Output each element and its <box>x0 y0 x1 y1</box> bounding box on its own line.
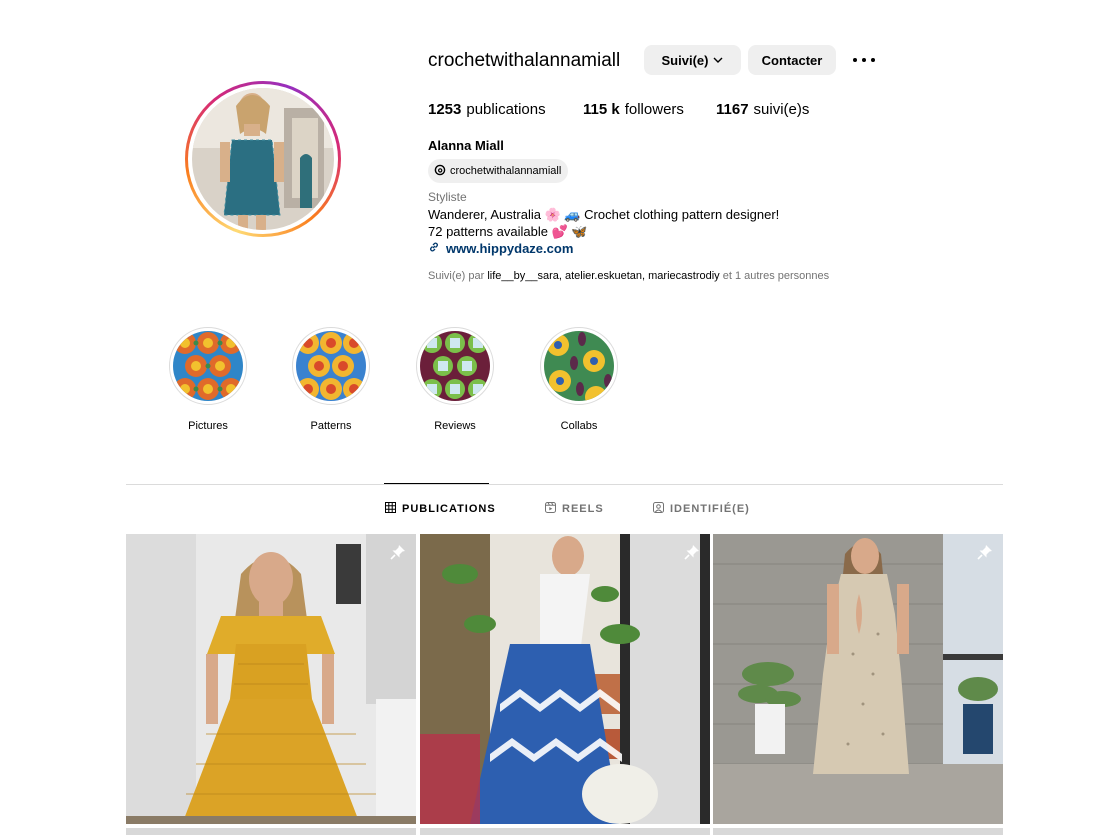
following-count: 1167 <box>716 101 749 118</box>
highlight-collabs[interactable]: Collabs <box>534 327 624 432</box>
post-tile-partial[interactable] <box>713 828 1003 835</box>
highlight-cover <box>416 327 494 405</box>
tagged-icon <box>653 502 664 516</box>
followed-by-prefix: Suivi(e) par <box>428 270 485 282</box>
link-icon <box>428 241 440 256</box>
following-label: suivi(e)s <box>753 101 810 118</box>
website-url: www.hippydaze.com <box>446 241 574 256</box>
tab-label: REELS <box>562 503 604 515</box>
tabs-divider <box>126 484 1003 485</box>
highlight-pictures[interactable]: Pictures <box>163 327 253 432</box>
more-options-icon[interactable] <box>853 52 875 68</box>
post-tile[interactable] <box>420 534 710 824</box>
highlight-cover <box>292 327 370 405</box>
threads-badge[interactable]: crochetwithalannamiall <box>428 159 569 183</box>
bio-line-2: 72 patterns available 💕 🦋 <box>428 224 588 239</box>
threads-handle: crochetwithalannamiall <box>450 165 562 177</box>
highlight-patterns[interactable]: Patterns <box>286 327 376 432</box>
tab-label: PUBLICATIONS <box>402 503 496 515</box>
tab-label: IDENTIFIÉ(E) <box>670 503 750 515</box>
highlight-label: Patterns <box>310 420 352 432</box>
following-button-label: Suivi(e) <box>661 52 709 68</box>
post-image <box>420 534 710 824</box>
avatar-photo <box>192 88 334 230</box>
tab-tagged[interactable]: IDENTIFIÉ(E) <box>653 502 750 516</box>
pin-icon <box>389 543 407 561</box>
post-image <box>126 534 416 824</box>
following-stat[interactable]: 1167 suivi(e)s <box>716 101 809 118</box>
post-tile-partial[interactable] <box>126 828 416 835</box>
post-tile[interactable] <box>713 534 1003 824</box>
pin-icon <box>683 543 701 561</box>
followers-count: 115 k <box>583 101 620 118</box>
followed-by-users: life__by__sara, atelier.eskuetan, mariec… <box>487 270 720 282</box>
grid-icon <box>385 502 396 516</box>
tab-reels[interactable]: REELS <box>545 502 604 516</box>
threads-icon <box>434 164 446 179</box>
followed-by-suffix: et 1 autres personnes <box>722 270 830 282</box>
pin-icon <box>976 543 994 561</box>
website-link[interactable]: www.hippydaze.com <box>428 241 573 256</box>
followers-stat[interactable]: 115 k followers <box>583 101 716 118</box>
avatar-border <box>188 84 338 234</box>
reels-icon <box>545 502 556 516</box>
highlight-label: Collabs <box>560 420 598 432</box>
tab-publications[interactable]: PUBLICATIONS <box>385 502 496 516</box>
profile-full-name: Alanna Miall <box>428 138 504 153</box>
profile-stats: 1253 publications 115 k followers 1167 s… <box>428 101 809 118</box>
post-tile-partial[interactable] <box>420 828 710 835</box>
posts-stat: 1253 publications <box>428 101 583 118</box>
active-tab-indicator <box>384 483 489 484</box>
chevron-down-icon <box>713 53 723 68</box>
post-image <box>713 534 1003 824</box>
contact-button[interactable]: Contacter <box>748 45 836 75</box>
profile-category: Styliste <box>428 190 467 204</box>
profile-username: crochetwithalannamiall <box>428 50 621 71</box>
highlight-cover <box>169 327 247 405</box>
following-button[interactable]: Suivi(e) <box>644 45 741 75</box>
posts-count: 1253 <box>428 101 462 118</box>
highlight-label: Reviews <box>434 420 476 432</box>
followers-label: followers <box>624 101 684 118</box>
profile-avatar[interactable] <box>185 81 341 237</box>
bio-line-1: Wanderer, Australia 🌸 🚙 Crochet clothing… <box>428 207 780 222</box>
highlight-reviews[interactable]: Reviews <box>410 327 500 432</box>
post-tile[interactable] <box>126 534 416 824</box>
highlight-cover <box>540 327 618 405</box>
highlight-label: Pictures <box>188 420 228 432</box>
posts-label: publications <box>466 101 546 118</box>
followed-by-text[interactable]: Suivi(e) par life__by__sara, atelier.esk… <box>428 270 829 282</box>
